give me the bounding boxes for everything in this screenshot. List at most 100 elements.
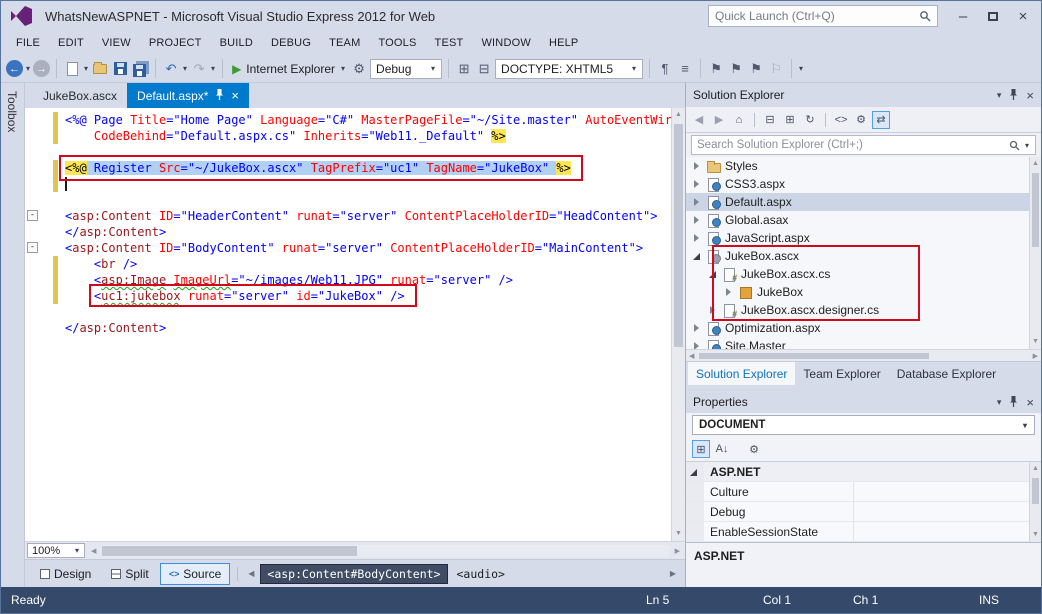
close-icon[interactable]: ×: [1026, 395, 1034, 410]
object-select[interactable]: DOCUMENT ▾: [692, 415, 1035, 435]
view-button-design[interactable]: Design: [31, 563, 100, 585]
alphabetical-icon[interactable]: A↓: [713, 440, 731, 458]
window-position-icon[interactable]: ▾: [997, 90, 1002, 101]
menu-item-file[interactable]: FILE: [7, 33, 49, 53]
property-row-debug[interactable]: Debug: [686, 502, 1041, 522]
open-file-button[interactable]: [91, 60, 109, 78]
tree-item-site-master[interactable]: Site.Master: [686, 337, 1041, 349]
breadcrumb-item-content[interactable]: <asp:Content#BodyContent>: [260, 564, 447, 584]
window-position-icon[interactable]: ▾: [997, 397, 1002, 408]
menu-item-team[interactable]: TEAM: [320, 33, 369, 53]
tab-jukebox-ascx[interactable]: JukeBox.ascx: [33, 83, 127, 108]
scroll-down-icon[interactable]: ▼: [1030, 335, 1041, 349]
scroll-track[interactable]: [1030, 171, 1041, 335]
bookmark-toggle-icon[interactable]: ⚑: [707, 60, 725, 78]
grid-vertical-scrollbar[interactable]: ▲ ▼: [1029, 462, 1041, 542]
expand-icon[interactable]: [692, 323, 702, 333]
scroll-thumb[interactable]: [699, 353, 929, 359]
expand-icon[interactable]: [692, 215, 702, 225]
comment-lines-icon[interactable]: ≡: [676, 60, 694, 78]
close-icon[interactable]: ×: [231, 89, 239, 102]
collapse-icon[interactable]: [690, 469, 697, 476]
tree-item-javascript-aspx[interactable]: JavaScript.aspx: [686, 229, 1041, 247]
scroll-up-icon[interactable]: ▲: [1030, 157, 1041, 171]
menu-item-edit[interactable]: EDIT: [49, 33, 93, 53]
menu-item-project[interactable]: PROJECT: [140, 33, 211, 53]
code-editor[interactable]: <%@ Page Title="Home Page" Language="C#"…: [25, 108, 685, 541]
property-value[interactable]: [854, 482, 1041, 501]
menu-item-debug[interactable]: DEBUG: [262, 33, 320, 53]
solution-search[interactable]: ▾: [691, 135, 1036, 155]
close-button[interactable]: ×: [1008, 4, 1038, 28]
pin-icon[interactable]: [215, 89, 224, 103]
format-document-icon[interactable]: ¶: [656, 60, 674, 78]
start-debugging-button[interactable]: ▶: [232, 62, 241, 76]
view-button-split[interactable]: Split: [102, 563, 157, 585]
fold-minus-icon[interactable]: -: [27, 210, 38, 221]
undo-button[interactable]: ↶: [162, 60, 180, 78]
show-all-files-icon[interactable]: ⊞: [781, 111, 799, 129]
expand-icon[interactable]: [692, 179, 702, 189]
close-icon[interactable]: ×: [1026, 88, 1034, 103]
toolbox-tab[interactable]: Toolbox: [1, 83, 23, 140]
menu-item-build[interactable]: BUILD: [211, 33, 262, 53]
collapse-icon[interactable]: [692, 251, 702, 261]
menu-item-help[interactable]: HELP: [540, 33, 588, 53]
properties-icon[interactable]: ⚙: [852, 111, 870, 129]
chevron-down-icon[interactable]: ▾: [211, 64, 215, 73]
browser-select[interactable]: Internet Explorer▾: [246, 62, 346, 76]
view-button-source[interactable]: <>Source: [160, 563, 231, 585]
property-value[interactable]: [854, 502, 1041, 521]
scroll-thumb[interactable]: [674, 124, 683, 347]
pin-icon[interactable]: [1009, 396, 1018, 409]
collapse-all-icon[interactable]: ⊟: [761, 111, 779, 129]
chevron-down-icon[interactable]: ▾: [84, 64, 88, 73]
tree-vertical-scrollbar[interactable]: ▲ ▼: [1029, 157, 1041, 349]
scroll-thumb[interactable]: [1032, 173, 1039, 247]
breadcrumb-back-icon[interactable]: ◀: [245, 569, 257, 578]
scroll-up-icon[interactable]: ▲: [1030, 462, 1041, 476]
scroll-down-icon[interactable]: ▼: [1030, 528, 1041, 542]
menu-item-view[interactable]: VIEW: [93, 33, 140, 53]
property-category-row[interactable]: ASP.NET: [686, 462, 1041, 482]
browse-with-icon[interactable]: ⊟: [475, 60, 493, 78]
view-code-icon[interactable]: <>: [832, 111, 850, 129]
expand-icon[interactable]: [692, 341, 702, 349]
tree-item-global-asax[interactable]: Global.asax: [686, 211, 1041, 229]
doctype-select[interactable]: DOCTYPE: XHTML5▾: [495, 59, 643, 79]
navigate-forward-button[interactable]: →: [33, 60, 50, 77]
save-all-button[interactable]: [131, 60, 149, 78]
back-icon[interactable]: ◀: [690, 111, 708, 129]
quick-launch-input[interactable]: [715, 9, 919, 23]
panel-tab-solution-explorer[interactable]: Solution Explorer: [688, 362, 795, 385]
scroll-thumb[interactable]: [1032, 478, 1039, 504]
menu-item-window[interactable]: WINDOW: [472, 33, 539, 53]
home-icon[interactable]: ⌂: [730, 111, 748, 129]
menu-item-tools[interactable]: TOOLS: [369, 33, 425, 53]
tree-item-jukebox-ascx-designer-cs[interactable]: JukeBox.ascx.designer.cs: [686, 301, 1041, 319]
property-pages-icon[interactable]: ⚙: [745, 440, 763, 458]
tree-item-styles[interactable]: Styles: [686, 157, 1041, 175]
expand-icon[interactable]: [708, 305, 718, 315]
forward-icon[interactable]: ▶: [710, 111, 728, 129]
scroll-track[interactable]: [699, 352, 1027, 360]
tree-item-jukebox-ascx-cs[interactable]: JukeBox.ascx.cs: [686, 265, 1041, 283]
quick-launch-search[interactable]: [708, 5, 938, 27]
zoom-select[interactable]: 100%▾: [27, 543, 85, 558]
breadcrumb-item-audio[interactable]: <audio>: [451, 565, 511, 583]
editor-vertical-scrollbar[interactable]: ▲ ▼: [671, 108, 685, 541]
editor-horizontal-scrollbar[interactable]: [102, 545, 668, 557]
page-inspector-icon[interactable]: ⊞: [455, 60, 473, 78]
toolbar-overflow-icon[interactable]: ▾: [799, 64, 803, 73]
scroll-thumb[interactable]: [102, 546, 357, 556]
maximize-button[interactable]: [978, 4, 1008, 28]
scroll-right-icon[interactable]: ▶: [1030, 352, 1041, 360]
tab-default-aspx[interactable]: Default.aspx* ×: [127, 83, 249, 108]
panel-tab-team-explorer[interactable]: Team Explorer: [795, 362, 888, 385]
pin-icon[interactable]: [1009, 89, 1018, 102]
fold-minus-icon[interactable]: -: [27, 242, 38, 253]
navigate-backward-button[interactable]: ←: [6, 60, 23, 77]
tree-item-default-aspx[interactable]: Default.aspx: [686, 193, 1041, 211]
expand-icon[interactable]: [724, 287, 734, 297]
scroll-track[interactable]: [1030, 476, 1041, 528]
